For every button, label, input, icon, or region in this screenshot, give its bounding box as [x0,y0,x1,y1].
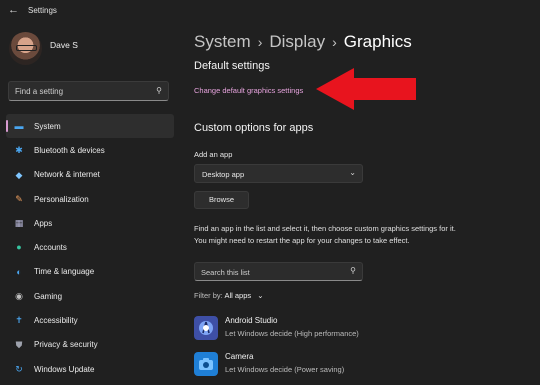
custom-options-heading: Custom options for apps [194,122,314,134]
app-name: Android Studio [225,316,278,325]
accessibility-icon: ✝ [15,315,23,326]
app-list-description: Find an app in the list and select it, t… [194,224,456,245]
sidebar-item-label: System [34,121,61,131]
find-setting-placeholder: Find a setting [15,87,64,96]
app-list-item-camera[interactable]: Camera Let Windows decide (Power saving) [194,350,534,378]
gamepad-icon: ◉ [15,291,23,302]
update-icon: ↻ [15,363,23,374]
app-type-dropdown[interactable]: Desktop app ⌄ [194,164,363,183]
monitor-icon: ▬ [14,121,24,131]
sidebar-item-label: Gaming [34,291,63,301]
chevron-down-icon: ⌄ [257,291,264,300]
breadcrumb: System › Display › Graphics [194,32,412,52]
app-gpu-preference: Let Windows decide (High performance) [225,329,359,338]
sidebar-item-network[interactable]: ◆ Network & internet [0,163,180,187]
find-setting-input[interactable]: Find a setting ⚲ [8,81,169,101]
brush-icon: ✎ [15,193,23,204]
search-icon: ⚲ [156,86,162,95]
main-content: System › Display › Graphics Default settings… [194,22,540,385]
sidebar-item-accounts[interactable]: ● Accounts [0,235,180,259]
user-name: Dave S [50,40,78,50]
filter-value: All apps [224,291,252,300]
sidebar-item-windows-update[interactable]: ↻ Windows Update [0,357,180,381]
chevron-right-icon: › [332,34,337,50]
breadcrumb-system[interactable]: System [194,32,251,51]
sidebar-item-gaming[interactable]: ◉ Gaming [0,284,180,308]
sidebar: Dave S Find a setting ⚲ ▬ System ✱ Bluet… [0,22,180,385]
sidebar-item-label: Time & language [34,267,95,277]
android-studio-icon [194,316,218,340]
sidebar-item-label: Windows Update [34,364,95,374]
sidebar-item-bluetooth[interactable]: ✱ Bluetooth & devices [0,138,180,162]
sidebar-item-apps[interactable]: ▦ Apps [0,211,180,235]
sidebar-item-system[interactable]: ▬ System [6,114,174,139]
wifi-icon: ◆ [15,169,23,180]
app-name: Camera [225,352,254,361]
apps-icon: ▦ [14,218,24,229]
person-icon: ● [16,242,22,253]
bluetooth-icon: ✱ [15,145,23,156]
window-title: Settings [28,6,57,15]
default-settings-heading: Default settings [194,60,270,72]
sidebar-item-privacy[interactable]: ⛊ Privacy & security [0,333,180,357]
sidebar-item-time-language[interactable]: ◐ Time & language [0,260,180,284]
sidebar-item-label: Accessibility [34,316,78,326]
sidebar-item-label: Privacy & security [34,340,98,350]
app-type-value: Desktop app [202,170,245,179]
filter-dropdown[interactable]: Filter by: All apps ⌄ [194,291,264,300]
sidebar-item-label: Personalization [34,194,89,204]
add-app-label: Add an app [194,150,233,159]
app-gpu-preference: Let Windows decide (Power saving) [225,365,345,374]
globe-icon: ◐ [16,266,22,277]
filter-label: Filter by: [194,291,223,300]
app-list-item-android-studio[interactable]: Android Studio Let Windows decide (High … [194,314,534,342]
user-avatar[interactable] [9,32,42,65]
back-arrow-icon[interactable]: ← [8,4,19,16]
change-default-graphics-link[interactable]: Change default graphics settings [194,86,303,95]
sidebar-nav: ▬ System ✱ Bluetooth & devices ◆ Network… [0,114,180,381]
camera-icon [194,352,218,376]
search-icon: ⚲ [350,266,356,275]
annotation-arrow-icon [316,68,416,110]
sidebar-item-personalization[interactable]: ✎ Personalization [0,187,180,211]
title-bar: ← Settings [0,0,540,22]
browse-button[interactable]: Browse [194,191,249,209]
page-title: Graphics [343,32,412,51]
sidebar-item-label: Network & internet [34,170,100,180]
search-list-input[interactable]: Search this list ⚲ [194,262,363,281]
sidebar-item-label: Bluetooth & devices [34,145,105,155]
search-list-placeholder: Search this list [201,268,250,277]
breadcrumb-display[interactable]: Display [269,32,325,51]
chevron-right-icon: › [257,34,263,50]
shield-icon: ⛊ [15,339,23,350]
sidebar-item-label: Accounts [34,243,67,253]
chevron-down-icon: ⌄ [349,168,356,177]
sidebar-item-accessibility[interactable]: ✝ Accessibility [0,308,180,332]
sidebar-item-label: Apps [34,218,53,228]
